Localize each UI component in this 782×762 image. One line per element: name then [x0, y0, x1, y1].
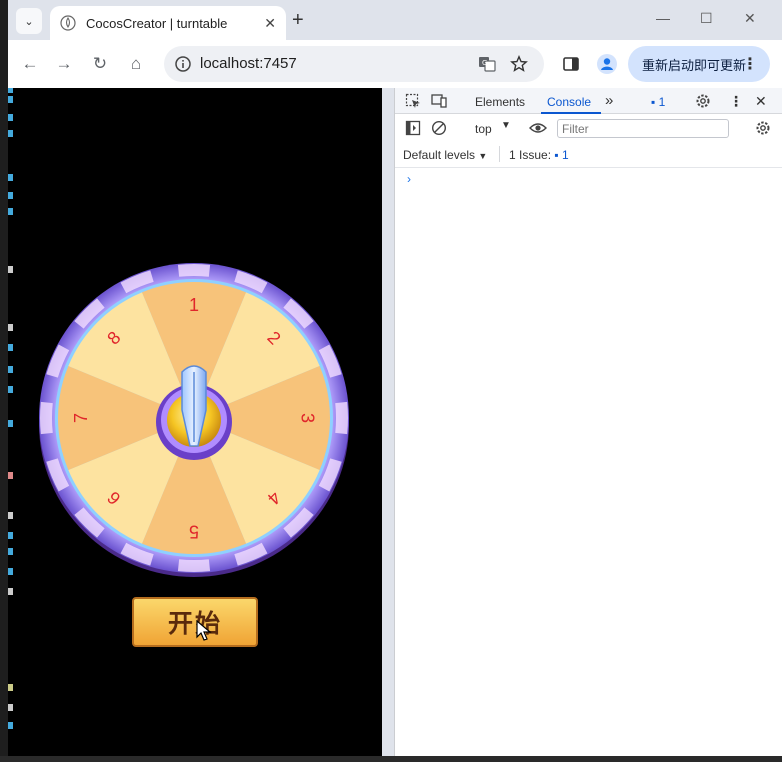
- taskbar-edge: [0, 756, 782, 762]
- settings-gear-icon[interactable]: [695, 93, 711, 109]
- back-button[interactable]: ←: [20, 54, 40, 74]
- home-button[interactable]: ⌂: [126, 54, 146, 74]
- live-expression-eye-icon[interactable]: [529, 120, 547, 136]
- wheel-number: 3: [297, 413, 317, 423]
- background-editor-strip: [0, 0, 8, 762]
- default-levels-dropdown[interactable]: Default levels ▼: [403, 148, 487, 162]
- update-button[interactable]: 重新启动即可更新 ⋮: [628, 46, 770, 82]
- rim-light: [40, 401, 53, 435]
- rim-light: [335, 401, 348, 435]
- browser-window: ⌄ CocosCreator | turntable ✕ + — ☐ ✕ ← →…: [8, 0, 782, 756]
- tab-title: CocosCreator | turntable: [86, 15, 228, 31]
- issues-count: 1: [561, 148, 569, 162]
- devtools-tab-bar: Elements Console » ▪ 1 ⋮ ✕: [395, 88, 782, 114]
- devtools-close-button[interactable]: ✕: [755, 93, 767, 110]
- context-dropdown-icon[interactable]: ▼: [501, 120, 511, 131]
- issues-badge-count: 1: [658, 95, 666, 109]
- forward-button[interactable]: →: [54, 54, 74, 74]
- wheel-number: 1: [189, 295, 199, 315]
- wheel-number: 7: [71, 413, 91, 423]
- context-selector[interactable]: top: [475, 122, 492, 136]
- profile-avatar-icon[interactable]: [596, 53, 618, 75]
- issues-label: 1 Issue:: [509, 148, 552, 162]
- issues-badge[interactable]: ▪ 1: [651, 95, 665, 109]
- svg-text:G: G: [482, 59, 487, 67]
- devtools-panel: Elements Console » ▪ 1 ⋮ ✕ top ▼ Filter …: [394, 88, 782, 756]
- address-bar[interactable]: localhost:7457 G: [164, 46, 544, 82]
- inspect-element-icon[interactable]: [405, 93, 421, 109]
- minimize-button[interactable]: —: [656, 10, 670, 26]
- default-levels-label: Default levels: [403, 148, 476, 162]
- message-icon: ▪: [651, 95, 656, 109]
- update-label: 重新启动即可更新: [642, 57, 747, 73]
- url-text: localhost:7457: [200, 55, 297, 72]
- clear-console-icon[interactable]: [431, 120, 447, 136]
- new-tab-button[interactable]: +: [292, 10, 304, 30]
- mouse-cursor-icon: [196, 620, 212, 641]
- rim-light: [177, 264, 211, 277]
- console-filter-input[interactable]: Filter: [557, 119, 729, 138]
- turntable-wheel[interactable]: 12345678: [36, 260, 352, 580]
- cocos-favicon-icon: [60, 15, 76, 31]
- tab-bar: ⌄ CocosCreator | turntable ✕ + — ☐ ✕: [8, 0, 782, 40]
- background-code-edge: [8, 88, 14, 756]
- maximize-button[interactable]: ☐: [700, 10, 713, 27]
- levels-dropdown-icon: ▼: [478, 151, 488, 161]
- devtools-menu-icon[interactable]: ⋮: [729, 93, 743, 110]
- browser-toolbar: ← → ↻ ⌂ localhost:7457 G 重新启动即可更新 ⋮: [8, 40, 782, 88]
- reload-button[interactable]: ↻: [90, 54, 110, 74]
- console-settings-icon[interactable]: [755, 120, 771, 136]
- wheel-number: 5: [189, 521, 199, 541]
- browser-tab[interactable]: CocosCreator | turntable ✕: [50, 6, 286, 40]
- side-panel-icon[interactable]: [562, 55, 580, 73]
- tab-elements[interactable]: Elements: [475, 95, 525, 109]
- site-info-icon[interactable]: [174, 55, 192, 73]
- filter-placeholder: Filter: [562, 122, 589, 136]
- chevron-down-icon: ⌄: [24, 15, 34, 28]
- more-tabs-icon[interactable]: »: [605, 92, 613, 109]
- browser-menu-icon[interactable]: ⋮: [742, 54, 758, 74]
- console-toolbar: top ▼ Filter Default levels ▼ 1 Issue: ▪: [395, 114, 782, 168]
- toolbar-divider: [499, 146, 500, 162]
- sidebar-toggle-icon[interactable]: [405, 120, 421, 136]
- translate-icon[interactable]: G: [478, 55, 496, 73]
- game-viewport[interactable]: 12345678 开始: [8, 88, 382, 756]
- device-toolbar-icon[interactable]: [431, 93, 447, 109]
- issues-link[interactable]: 1 Issue: ▪ 1: [509, 148, 569, 162]
- window-close-button[interactable]: ✕: [744, 10, 756, 27]
- tab-search-button[interactable]: ⌄: [16, 8, 42, 34]
- tab-console[interactable]: Console: [547, 95, 591, 109]
- bookmark-star-icon[interactable]: [510, 55, 528, 73]
- start-button[interactable]: 开始: [132, 597, 258, 647]
- tab-close-icon[interactable]: ✕: [264, 15, 276, 32]
- issue-message-icon: ▪: [554, 148, 559, 162]
- rim-light: [177, 559, 211, 572]
- console-prompt[interactable]: ›: [407, 172, 411, 186]
